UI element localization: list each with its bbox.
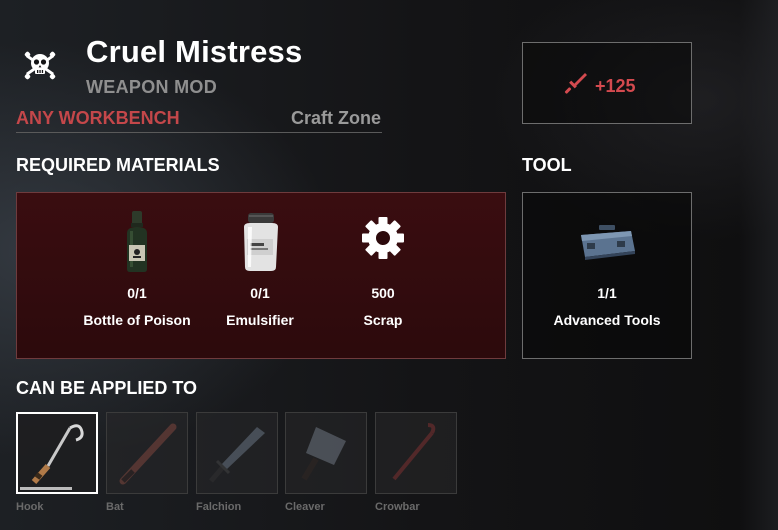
stat-bonus-value: +125 [595,76,636,96]
material-bottle-of-poison[interactable]: 0/1 Bottle of Poison [82,207,192,331]
item-title: Cruel Mistress [86,34,303,69]
workbench-requirement: ANY WORKBENCH [16,108,180,128]
weapon-slot-bat[interactable] [106,412,188,494]
tool-advanced-tools[interactable]: 1/1 Advanced Tools [552,207,662,331]
slot-label: Bat [106,501,124,513]
material-count: 0/1 [127,285,147,301]
required-materials-heading: REQUIRED MATERIALS [16,155,220,175]
skull-crossbones-icon [22,48,58,84]
header-divider [16,132,382,133]
scrap-gear-icon [328,207,438,273]
slot-progress-bar [20,487,72,490]
item-type: WEAPON MOD [86,77,217,97]
stat-bonus-box: +125 [522,42,692,124]
weapon-slot-falchion[interactable] [196,412,278,494]
materials-panel: 0/1 Bottle of Poison 0/1 Emulsifier 500 … [16,192,506,359]
tool-heading: TOOL [522,155,572,175]
emulsifier-jar-icon [205,207,315,273]
applied-to-heading: CAN BE APPLIED TO [16,378,198,398]
weapon-slot-crowbar[interactable] [375,412,457,494]
slot-label: Falchion [196,501,242,513]
poison-bottle-icon [82,207,192,273]
craft-zone-label: Craft Zone [291,108,381,128]
tool-count: 1/1 [597,285,617,301]
slot-label: Cleaver [285,501,325,513]
toolbox-icon [552,207,662,273]
tool-panel: 1/1 Advanced Tools [522,192,692,359]
slot-label: Hook [16,501,44,513]
slot-label: Crowbar [375,501,420,513]
material-name: Emulsifier [226,312,294,328]
sword-icon [563,71,589,102]
material-emulsifier[interactable]: 0/1 Emulsifier [205,207,315,331]
material-count: 500 [371,285,395,301]
material-name: Scrap [363,312,403,328]
material-count: 0/1 [250,285,270,301]
weapon-slot-hook[interactable] [16,412,98,494]
material-scrap[interactable]: 500 Scrap [328,207,438,331]
tool-name: Advanced Tools [553,312,661,328]
material-name: Bottle of Poison [83,312,191,328]
weapon-slot-cleaver[interactable] [285,412,367,494]
